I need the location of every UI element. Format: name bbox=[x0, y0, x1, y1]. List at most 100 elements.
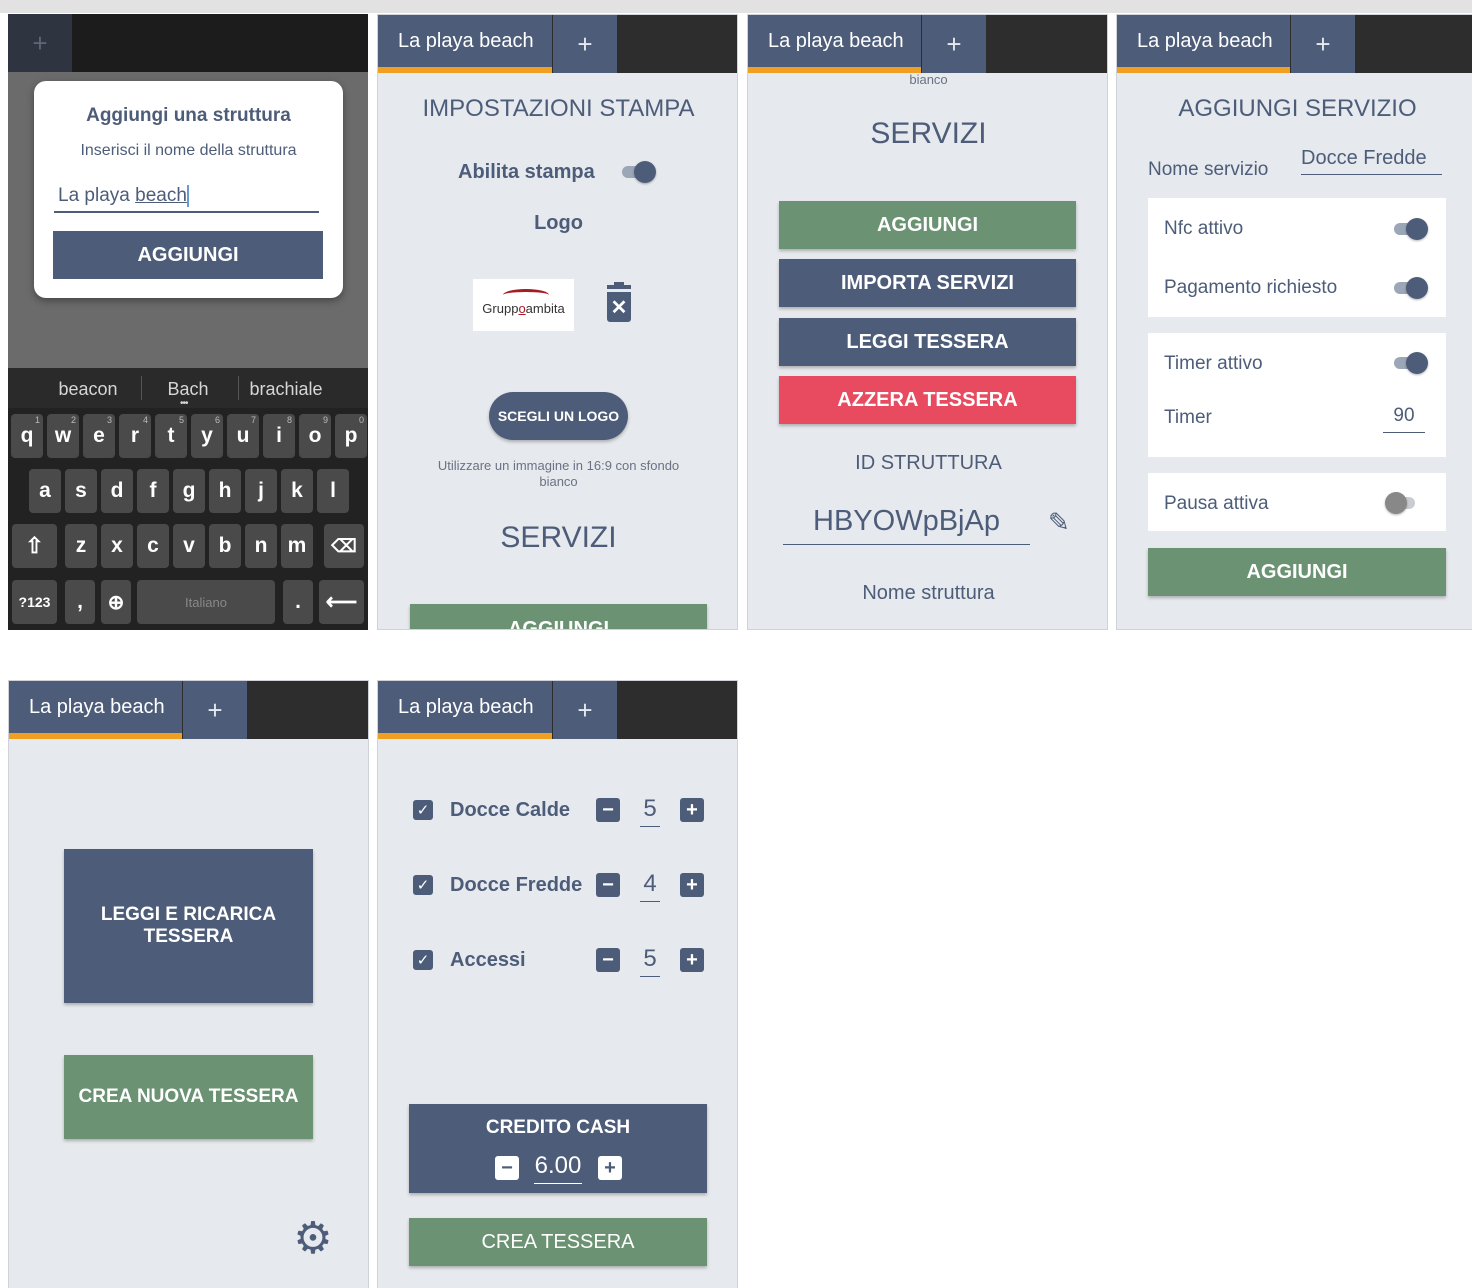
comma-key[interactable]: , bbox=[65, 580, 95, 624]
credit-cash-value[interactable]: 6.00 bbox=[534, 1152, 582, 1184]
create-card-button[interactable]: CREA TESSERA bbox=[409, 1218, 707, 1266]
add-service-button[interactable]: AGGIUNGI bbox=[779, 201, 1076, 249]
service-quantity[interactable]: 5 bbox=[640, 795, 660, 827]
print-settings-title: IMPOSTAZIONI STAMPA bbox=[422, 95, 695, 122]
add-tab-button[interactable]: + bbox=[1291, 15, 1355, 73]
space-key[interactable]: Italiano bbox=[137, 580, 275, 624]
key-q[interactable]: q1 bbox=[11, 414, 43, 458]
key-a[interactable]: a bbox=[29, 469, 61, 513]
payment-switch[interactable] bbox=[1394, 277, 1428, 299]
key-g[interactable]: g bbox=[173, 469, 205, 513]
timer-active-label: Timer attivo bbox=[1164, 353, 1263, 374]
service-name-input[interactable]: Docce Fredde bbox=[1301, 147, 1442, 175]
tab-structure[interactable]: La playa beach bbox=[378, 15, 552, 73]
decrement-button[interactable]: − bbox=[596, 873, 620, 897]
key-m[interactable]: m bbox=[281, 524, 313, 568]
increment-button[interactable]: + bbox=[680, 948, 704, 972]
key-f[interactable]: f bbox=[137, 469, 169, 513]
suggestion-2[interactable]: Bach bbox=[138, 379, 238, 400]
add-tab-button[interactable]: + bbox=[553, 681, 617, 739]
timer-input[interactable]: 90 bbox=[1383, 405, 1425, 433]
service-checkbox[interactable]: ✓ bbox=[413, 950, 433, 970]
key-x[interactable]: x bbox=[101, 524, 133, 568]
key-c[interactable]: c bbox=[137, 524, 169, 568]
enter-key[interactable]: ⟵ bbox=[319, 580, 364, 624]
service-quantity[interactable]: 4 bbox=[640, 870, 660, 902]
more-dots: ••• bbox=[180, 398, 189, 409]
symbols-key[interactable]: ?123 bbox=[12, 580, 57, 624]
add-tab-button[interactable]: + bbox=[553, 15, 617, 73]
key-k[interactable]: k bbox=[281, 469, 313, 513]
key-y[interactable]: y6 bbox=[191, 414, 223, 458]
tab-bar: La playa beach + bbox=[748, 15, 1107, 73]
backspace-key[interactable]: ⌫ bbox=[324, 524, 364, 568]
globe-icon[interactable]: ⊕ bbox=[101, 580, 131, 624]
read-recharge-card-button[interactable]: LEGGI E RICARICA TESSERA bbox=[64, 849, 313, 1003]
import-services-button[interactable]: IMPORTA SERVIZI bbox=[779, 259, 1076, 307]
decrement-button[interactable]: − bbox=[596, 798, 620, 822]
key-d[interactable]: d bbox=[101, 469, 133, 513]
options-card-3: Pausa attiva bbox=[1148, 473, 1446, 531]
tab-structure[interactable]: La playa beach bbox=[748, 15, 921, 73]
screenshot-collage: + Aggiungi una struttura Inserisci il no… bbox=[0, 0, 1472, 1288]
services-title: SERVIZI bbox=[870, 117, 987, 150]
service-name-label: Nome servizio bbox=[1148, 159, 1269, 180]
enable-print-switch[interactable] bbox=[622, 161, 656, 183]
service-checkbox[interactable]: ✓ bbox=[413, 800, 433, 820]
create-new-card-button[interactable]: CREA NUOVA TESSERA bbox=[64, 1055, 313, 1139]
choose-logo-button[interactable]: SCEGLI UN LOGO bbox=[489, 392, 628, 440]
key-l[interactable]: l bbox=[317, 469, 349, 513]
key-p[interactable]: p0 bbox=[335, 414, 367, 458]
structure-id-field[interactable]: HBYOWpBjAp bbox=[783, 505, 1030, 545]
key-i[interactable]: i8 bbox=[263, 414, 295, 458]
key-b[interactable]: b bbox=[209, 524, 241, 568]
edit-pencil-icon[interactable]: ✎ bbox=[1048, 507, 1076, 537]
key-v[interactable]: v bbox=[173, 524, 205, 568]
read-card-button[interactable]: LEGGI TESSERA bbox=[779, 318, 1076, 366]
pause-label: Pausa attiva bbox=[1164, 493, 1269, 514]
structure-name-input[interactable]: La playa beach bbox=[54, 181, 319, 213]
key-z[interactable]: z bbox=[65, 524, 97, 568]
credit-decrement-button[interactable]: − bbox=[495, 1156, 519, 1180]
key-s[interactable]: s bbox=[65, 469, 97, 513]
suggestion-3[interactable]: brachiale bbox=[236, 379, 336, 400]
logo-preview: Gruppoambita bbox=[473, 279, 574, 331]
reset-card-button[interactable]: AZZERA TESSERA bbox=[779, 376, 1076, 424]
key-u[interactable]: u7 bbox=[227, 414, 259, 458]
nfc-switch[interactable] bbox=[1394, 218, 1428, 240]
add-service-button[interactable]: AGGIUNGI bbox=[410, 604, 707, 629]
key-n[interactable]: n bbox=[245, 524, 277, 568]
tab-structure[interactable]: La playa beach bbox=[9, 681, 182, 739]
key-w[interactable]: w2 bbox=[47, 414, 79, 458]
settings-gear-icon[interactable]: ⚙ bbox=[291, 1217, 335, 1261]
credit-increment-button[interactable]: + bbox=[598, 1156, 622, 1180]
decrement-button[interactable]: − bbox=[596, 948, 620, 972]
service-quantity[interactable]: 5 bbox=[640, 945, 660, 977]
dim-tab-plus: + bbox=[8, 14, 72, 72]
suggestion-1[interactable]: beacon bbox=[38, 379, 138, 400]
key-e[interactable]: e3 bbox=[83, 414, 115, 458]
tab-structure[interactable]: La playa beach bbox=[1117, 15, 1290, 73]
increment-button[interactable]: + bbox=[680, 873, 704, 897]
key-o[interactable]: o9 bbox=[299, 414, 331, 458]
key-r[interactable]: r4 bbox=[119, 414, 151, 458]
period-key[interactable]: . bbox=[283, 580, 313, 624]
add-service-submit-button[interactable]: AGGIUNGI bbox=[1148, 548, 1446, 596]
service-checkbox[interactable]: ✓ bbox=[413, 875, 433, 895]
input-text: La playa bbox=[58, 185, 136, 207]
tab-bar: La playa beach + bbox=[1117, 15, 1472, 73]
services-title: SERVIZI bbox=[500, 521, 617, 554]
shift-key[interactable]: ⇧ bbox=[12, 524, 57, 568]
key-j[interactable]: j bbox=[245, 469, 277, 513]
tab-bar: La playa beach + bbox=[378, 15, 737, 73]
add-tab-button[interactable]: + bbox=[183, 681, 247, 739]
delete-logo-icon[interactable]: ✕ bbox=[605, 282, 633, 325]
tab-structure[interactable]: La playa beach bbox=[378, 681, 552, 739]
pause-switch[interactable] bbox=[1385, 492, 1419, 514]
add-tab-button[interactable]: + bbox=[922, 15, 986, 73]
timer-active-switch[interactable] bbox=[1394, 352, 1428, 374]
key-h[interactable]: h bbox=[209, 469, 241, 513]
key-t[interactable]: t5 bbox=[155, 414, 187, 458]
increment-button[interactable]: + bbox=[680, 798, 704, 822]
add-structure-button[interactable]: AGGIUNGI bbox=[53, 231, 323, 279]
